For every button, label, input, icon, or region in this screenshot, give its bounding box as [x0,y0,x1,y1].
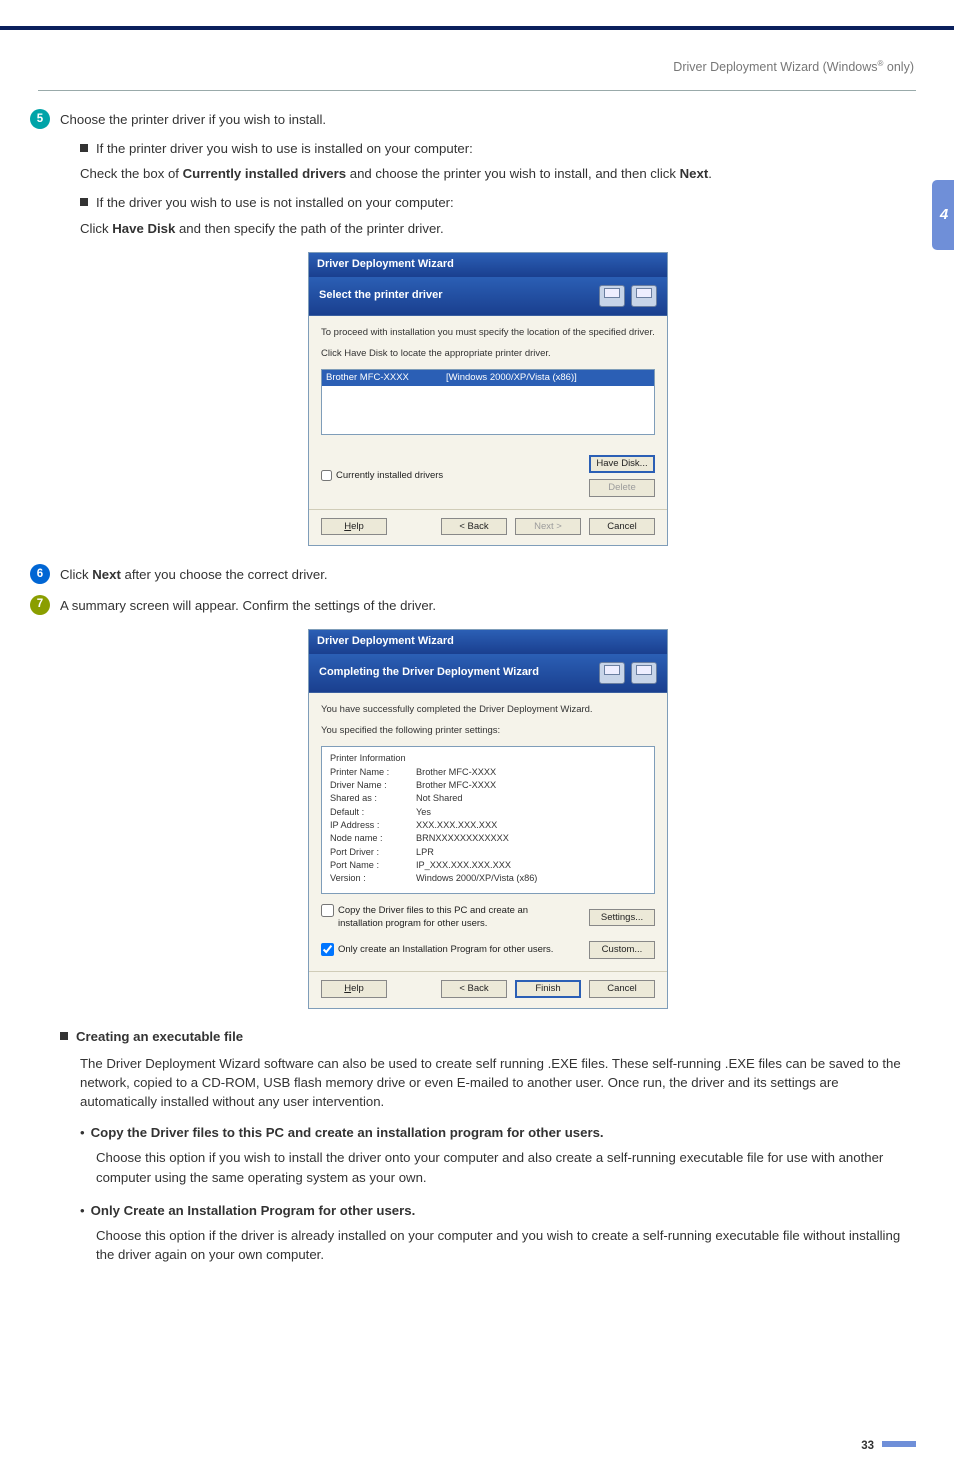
step-6-text: Click Next after you choose the correct … [60,564,328,584]
dialog2-banner: Completing the Driver Deployment Wizard [319,665,539,681]
printer-info-row: Printer Name :Brother MFC-XXXX [330,766,646,779]
back-button[interactable]: < Back [441,518,507,536]
dialog1-line1: To proceed with installation you must sp… [321,326,655,340]
printer-info-box: Printer Information Printer Name :Brothe… [321,746,655,893]
dialog1-line2: Click Have Disk to locate the appropriat… [321,347,655,361]
help-button[interactable]: Help [321,980,387,998]
dialog-completing: Driver Deployment Wizard Completing the … [308,629,668,1009]
exe-heading: Creating an executable file [60,1027,916,1046]
have-disk-button[interactable]: Have Disk... [589,455,655,473]
printer-info-row: Shared as :Not Shared [330,792,646,805]
printer-info-row: Port Name :IP_XXX.XXX.XXX.XXX [330,859,646,872]
copy-driver-checkbox[interactable]: Copy the Driver files to this PC and cre… [321,904,571,932]
step-5-body1: Check the box of Currently installed dri… [80,164,916,183]
printer-info-row: Port Driver :LPR [330,846,646,859]
exe-bullet2: •Only Create an Installation Program for… [80,1201,916,1220]
printer-info-row: IP Address :XXX.XXX.XXX.XXX [330,819,646,832]
printer-info-row: Default :Yes [330,806,646,819]
cancel-button[interactable]: Cancel [589,980,655,998]
cancel-button[interactable]: Cancel [589,518,655,536]
printer-info-row: Node name :BRNXXXXXXXXXXXX [330,832,646,845]
step-5-sub2: If the driver you wish to use is not ins… [80,193,916,212]
driver-listbox[interactable]: Brother MFC-XXXX [Windows 2000/XP/Vista … [321,369,655,435]
breadcrumb: Driver Deployment Wizard (Windows® only) [673,58,914,76]
delete-button: Delete [589,479,655,497]
step-5-text: Choose the printer driver if you wish to… [60,109,326,129]
printer-icon [599,662,625,684]
step-badge-7: 7 [30,595,50,615]
exe-para: The Driver Deployment Wizard software ca… [80,1054,916,1111]
dialog1-title: Driver Deployment Wizard [309,253,667,277]
dialog2-line1: You have successfully completed the Driv… [321,703,655,717]
settings-button[interactable]: Settings... [589,909,655,927]
help-button[interactable]: Help [321,518,387,536]
finish-button[interactable]: Finish [515,980,581,998]
exe-bullet2-para: Choose this option if the driver is alre… [96,1226,916,1264]
page-number: 33 [0,1438,954,1483]
dialog1-banner: Select the printer driver [319,288,443,304]
printer-icon [631,662,657,684]
printer-icon [631,285,657,307]
dialog2-title: Driver Deployment Wizard [309,630,667,654]
step-7-text: A summary screen will appear. Confirm th… [60,595,436,615]
dialog2-line2: You specified the following printer sett… [321,724,655,738]
only-create-checkbox[interactable]: Only create an Installation Program for … [321,943,553,957]
next-button: Next > [515,518,581,536]
exe-bullet1: •Copy the Driver files to this PC and cr… [80,1123,916,1142]
exe-bullet1-para: Choose this option if you wish to instal… [96,1148,916,1186]
printer-info-row: Driver Name :Brother MFC-XXXX [330,779,646,792]
step-badge-5: 5 [30,109,50,129]
dialog-select-driver: Driver Deployment Wizard Select the prin… [308,252,668,547]
currently-installed-checkbox[interactable]: Currently installed drivers [321,469,443,483]
step-badge-6: 6 [30,564,50,584]
back-button[interactable]: < Back [441,980,507,998]
custom-button[interactable]: Custom... [589,941,655,959]
printer-info-row: Version :Windows 2000/XP/Vista (x86) [330,872,646,885]
step-5-body2: Click Have Disk and then specify the pat… [80,219,916,238]
step-5-sub1: If the printer driver you wish to use is… [80,139,916,158]
printer-icon [599,285,625,307]
